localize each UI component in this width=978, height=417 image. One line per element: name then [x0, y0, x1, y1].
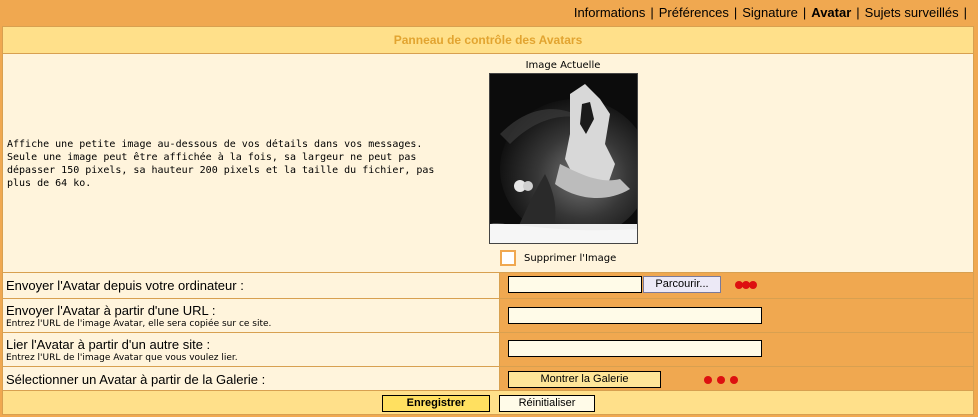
upload-from-url-row: Envoyer l'Avatar à partir d'une URL : En…: [3, 299, 973, 333]
link-label: Lier l'Avatar à partir d'un autre site :: [6, 337, 211, 352]
nav-separator: |: [733, 5, 738, 20]
nav-separator: |: [963, 5, 967, 20]
current-image-label: Image Actuelle: [525, 60, 601, 71]
nav-separator: |: [650, 5, 654, 20]
url-upload-label: Envoyer l'Avatar à partir d'une URL :: [6, 303, 216, 318]
gallery-label-cell: Sélectionner un Avatar à partir de la Ga…: [3, 367, 500, 392]
upload-field-cell: Parcourir...: [500, 273, 973, 298]
nav-informations[interactable]: Informations: [574, 5, 646, 20]
remote-avatar-url-input[interactable]: [508, 340, 762, 357]
delete-image-label: Supprimer l'Image: [524, 253, 617, 264]
nav-avatar[interactable]: Avatar: [811, 5, 851, 20]
nav-preferences[interactable]: Préférences: [659, 5, 729, 20]
avatar-description: Affiche une petite image au-dessous de v…: [7, 139, 435, 189]
link-from-site-row: Lier l'Avatar à partir d'un autre site :…: [3, 333, 973, 367]
file-path-input[interactable]: [508, 276, 642, 293]
annotation-dots: [735, 281, 759, 289]
avatar-photo: [490, 74, 637, 243]
upload-label: Envoyer l'Avatar depuis votre ordinateur…: [6, 278, 244, 293]
link-field-cell: [500, 333, 973, 366]
submit-button[interactable]: Enregistrer: [382, 395, 490, 412]
link-hint: Entrez l'URL de l'image Avatar que vous …: [6, 353, 238, 363]
reset-button[interactable]: Réinitialiser: [499, 395, 595, 412]
url-upload-label-cell: Envoyer l'Avatar à partir d'une URL : En…: [3, 299, 500, 332]
avatar-url-input[interactable]: [508, 307, 762, 324]
link-label-cell: Lier l'Avatar à partir d'un autre site :…: [3, 333, 500, 366]
form-actions: Enregistrer Réinitialiser: [3, 390, 973, 414]
browse-button[interactable]: Parcourir...: [643, 276, 721, 293]
nav-sujets-surveilles[interactable]: Sujets surveillés: [865, 5, 959, 20]
show-gallery-button[interactable]: Montrer la Galerie: [508, 371, 661, 388]
nav-separator: |: [802, 5, 807, 20]
delete-image-checkbox[interactable]: [500, 250, 516, 266]
url-upload-hint: Entrez l'URL de l'image Avatar, elle ser…: [6, 319, 272, 329]
gallery-field-cell: Montrer la Galerie: [500, 367, 973, 392]
avatar-control-panel: Panneau de contrôle des Avatars Affiche …: [2, 26, 974, 415]
profile-nav-links: Informations | Préférences | Signature | Avata…: [574, 5, 972, 20]
nav-separator: |: [856, 5, 860, 20]
current-avatar-image: [489, 73, 638, 244]
gallery-label: Sélectionner un Avatar à partir de la Ga…: [6, 372, 266, 387]
nav-signature[interactable]: Signature: [742, 5, 798, 20]
upload-from-computer-row: Envoyer l'Avatar depuis votre ordinateur…: [3, 273, 973, 299]
top-navigation: Informations | Préférences | Signature | Avata…: [0, 0, 978, 26]
annotation-dots: [704, 376, 744, 384]
panel-title: Panneau de contrôle des Avatars: [3, 27, 973, 54]
current-avatar-row: Affiche une petite image au-dessous de v…: [3, 54, 973, 273]
url-upload-field-cell: [500, 299, 973, 332]
upload-label-cell: Envoyer l'Avatar depuis votre ordinateur…: [3, 273, 500, 298]
